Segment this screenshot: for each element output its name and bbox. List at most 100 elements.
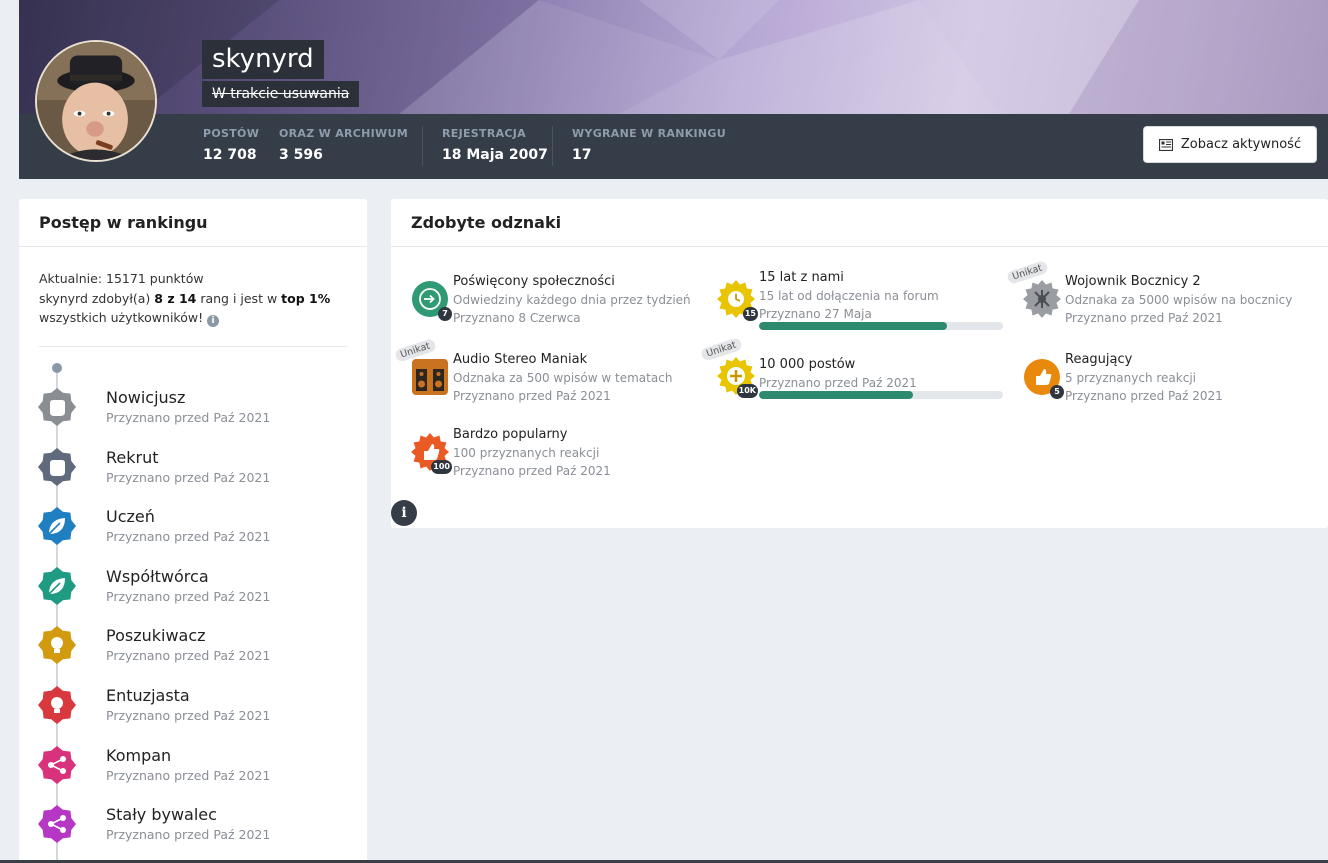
badge-item[interactable]: Unikat Wojownik Bocznicy 2 Odznaka za 5000… bbox=[1005, 260, 1323, 340]
summary-user: skynyrd zdobył(a) bbox=[39, 290, 155, 306]
share-icon bbox=[38, 805, 76, 844]
divider bbox=[39, 346, 347, 347]
insect-icon: Unikat bbox=[1005, 260, 1061, 318]
badge-awarded: Przyznano 27 Maja bbox=[759, 307, 872, 321]
badge-awarded: Przyznano 8 Czerwca bbox=[453, 311, 581, 325]
info-icon[interactable]: i bbox=[207, 315, 220, 327]
badge-description: 5 przyznanych reakcji bbox=[1065, 371, 1197, 385]
rank-name: Poszukiwacz bbox=[106, 626, 206, 646]
rank-item: Nowicjusz Przyznano przed Paź 2021 bbox=[38, 388, 358, 428]
badge-count: 15 bbox=[742, 307, 758, 321]
badge-title: 15 lat z nami bbox=[759, 270, 844, 285]
stat-divider bbox=[422, 126, 423, 166]
rank-awarded: Przyznano przed Paź 2021 bbox=[106, 529, 271, 545]
current-points: 15171 punktów bbox=[106, 271, 204, 286]
profile-status: W trakcie usuwania bbox=[202, 81, 360, 107]
thumb-icon: 100 bbox=[411, 433, 452, 474]
rank-name: Uczeń bbox=[106, 507, 155, 527]
rank-awarded: Przyznano przed Paź 2021 bbox=[106, 767, 271, 783]
avatar[interactable] bbox=[35, 40, 157, 162]
stat-value: 12 708 bbox=[203, 147, 257, 163]
badge-item[interactable]: 100 Bardzo popularny 100 przyznanych reakc… bbox=[411, 427, 711, 493]
badge-title: Reagujący bbox=[1065, 352, 1133, 367]
badge-item[interactable]: 7 Poświęcony społeczności Odwiedziny każde… bbox=[411, 274, 711, 340]
rank-item: Poszukiwacz Przyznano przed Paź 2021 bbox=[38, 626, 358, 666]
badges-panel: Zdobyte odznaki 7 Poświęcony społeczności… bbox=[391, 199, 1328, 528]
badge-progress-bar bbox=[759, 391, 1003, 399]
rank-name: Nowicjusz bbox=[106, 388, 186, 407]
rank-awarded: Przyznano przed Paź 2021 bbox=[106, 469, 271, 485]
badge-item[interactable]: 5 Reagujący 5 przyznanych reakcji Przyznano… bbox=[1023, 352, 1323, 418]
badge-progress-fill bbox=[759, 391, 913, 399]
leaf-icon bbox=[38, 507, 76, 546]
info-button[interactable]: i bbox=[391, 500, 417, 526]
badge-awarded: Przyznano przed Paź 2021 bbox=[1065, 311, 1223, 325]
ranking-summary: Aktualnie: 15171 punktów skynyrd zdobył(… bbox=[19, 247, 367, 328]
badge-awarded: Przyznano przed Paź 2021 bbox=[453, 389, 611, 403]
badge-item[interactable]: Unikat Audio Stereo Maniak Odznaka za 500 … bbox=[393, 338, 711, 418]
rank-item: Współtwórca Przyznano przed Paź 2021 bbox=[38, 566, 358, 607]
rank-name: Kompan bbox=[106, 745, 172, 765]
view-activity-button[interactable]: Zobacz aktywność bbox=[1143, 126, 1317, 163]
rank-name: Rekrut bbox=[106, 447, 159, 467]
badge-title: Wojownik Bocznicy 2 bbox=[1065, 274, 1201, 289]
badge-title: 10 000 postów bbox=[759, 357, 856, 372]
badge-title: Bardzo popularny bbox=[453, 427, 568, 442]
stat-divider bbox=[552, 126, 553, 166]
stat-value: 18 Maja 2007 bbox=[442, 147, 548, 163]
stat-label: REJESTRACJA bbox=[442, 127, 526, 140]
stat-label: ORAZ W ARCHIWUM bbox=[279, 127, 408, 140]
rank-item: Uczeń Przyznano przed Paź 2021 bbox=[38, 507, 358, 547]
stat-archive: ORAZ W ARCHIWUM 3 596 bbox=[279, 127, 408, 163]
badge-description: Odwiedziny każdego dnia przez tydzień bbox=[453, 293, 691, 307]
badge-awarded: Przyznano przed Paź 2021 bbox=[759, 376, 917, 390]
rank-name: Współtwórca bbox=[106, 566, 209, 586]
badge-awarded: Przyznano przed Paź 2021 bbox=[1065, 389, 1223, 403]
badge-count: 5 bbox=[1050, 385, 1064, 399]
summary-top: top 1% bbox=[281, 290, 331, 306]
view-activity-label: Zobacz aktywność bbox=[1180, 137, 1302, 152]
badge-description: Odznaka za 500 wpisów w tematach bbox=[453, 371, 673, 385]
rank-awarded: Przyznano przed Paź 2021 bbox=[106, 827, 271, 843]
stat-value: 17 bbox=[572, 147, 592, 163]
hand-icon bbox=[38, 447, 76, 486]
stat-label: WYGRANE W RANKINGU bbox=[572, 127, 726, 140]
signin-icon: 7 bbox=[411, 280, 452, 321]
hand-icon bbox=[38, 388, 76, 426]
rank-awarded: Przyznano przed Paź 2021 bbox=[106, 648, 271, 664]
badge-description: 100 przyznanych reakcji bbox=[453, 446, 600, 460]
badge-progress-fill bbox=[759, 322, 947, 330]
stat-label: POSTÓW bbox=[203, 127, 260, 140]
badge-title: Audio Stereo Maniak bbox=[453, 352, 588, 367]
badge-title: Poświęcony społeczności bbox=[453, 274, 615, 289]
badges-title: Zdobyte odznaki bbox=[391, 199, 1328, 247]
ranking-panel: Postęp w rankingu Aktualnie: 15171 punkt… bbox=[19, 199, 367, 863]
summary-all-users: wszystkich użytkowników! bbox=[39, 310, 204, 325]
rank-awarded: Przyznano przed Paź 2021 bbox=[106, 588, 271, 604]
rank-name: Stały bywalec bbox=[106, 805, 217, 825]
bulb-icon bbox=[38, 686, 76, 724]
rank-item: Rekrut Przyznano przed Paź 2021 bbox=[38, 447, 358, 488]
leaf-icon bbox=[38, 566, 76, 605]
share-icon bbox=[38, 745, 76, 784]
timeline-start-dot bbox=[52, 363, 62, 373]
rank-item: Kompan Przyznano przed Paź 2021 bbox=[38, 745, 358, 786]
rank-awarded: Przyznano przed Paź 2021 bbox=[106, 708, 271, 723]
current-prefix: Aktualnie: bbox=[39, 271, 107, 286]
rank-item: Entuzjasta Przyznano przed Paź 2021 bbox=[38, 686, 358, 726]
stat-ranking-wins: WYGRANE W RANKINGU 17 bbox=[572, 127, 726, 163]
badge-item[interactable]: 10K Unikat 10 000 postów Przyznano przed Pa… bbox=[699, 337, 1017, 423]
bulb-icon bbox=[38, 626, 76, 665]
rank-awarded: Przyznano przed Paź 2021 bbox=[106, 410, 271, 425]
badge-count: 100 bbox=[431, 460, 452, 474]
clock-icon: 15 bbox=[717, 280, 758, 321]
plus-icon: 10K Unikat bbox=[699, 337, 758, 398]
timeline-line bbox=[56, 369, 58, 863]
badge-progress-bar bbox=[759, 322, 1003, 330]
stat-registration: REJESTRACJA 18 Maja 2007 bbox=[442, 127, 548, 163]
badge-description: Odznaka za 5000 wpisów na bocznicy bbox=[1065, 293, 1293, 307]
stat-value: 3 596 bbox=[279, 147, 323, 163]
profile-username: skynyrd bbox=[202, 40, 324, 79]
badge-count: 10K bbox=[736, 384, 758, 398]
badge-item[interactable]: 15 15 lat z nami 15 lat od dołączenia na f… bbox=[717, 270, 1017, 336]
